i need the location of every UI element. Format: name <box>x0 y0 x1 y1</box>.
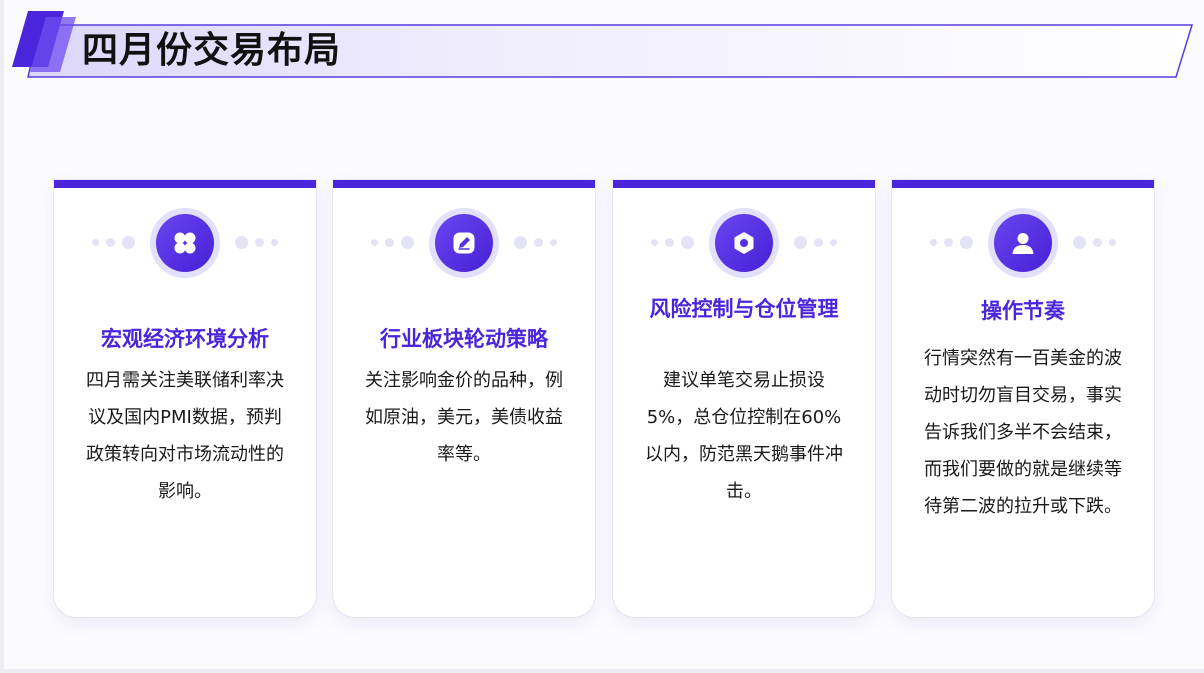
decor-dot <box>960 236 973 249</box>
icon-badge <box>429 208 499 278</box>
card-sector-rotation: 行业板块轮动策略 关注影响金价的品种，例如原油，美元，美债收益率等。 <box>333 180 595 617</box>
decor-dot <box>1073 236 1086 249</box>
decor-dot <box>651 239 658 246</box>
decor-dot <box>930 239 937 246</box>
decor-dot <box>944 238 953 247</box>
decor-dot <box>681 236 694 249</box>
decor-dot <box>830 239 837 246</box>
icon-badge <box>988 208 1058 278</box>
decor-dot <box>271 239 278 246</box>
page-title: 四月份交易布局 <box>82 30 342 71</box>
card-body: 关注影响金价的品种，例如原油，美元，美债收益率等。 <box>365 370 563 465</box>
decor-dot <box>122 236 135 249</box>
card-trading-rhythm: 操作节奏 行情突然有一百美金的波动时切勿盲目交易，事实告诉我们多半不会结束，而我… <box>892 180 1154 617</box>
card-top-bar <box>892 180 1154 188</box>
card-icon-row <box>613 208 875 278</box>
clover-icon <box>174 232 196 254</box>
decor-dot <box>814 238 823 247</box>
card-risk-control: 风险控制与仓位管理 建议单笔交易止损设5%，总仓位控制在60%以内，防范黑天鹅事… <box>613 180 875 617</box>
card-title: 操作节奏 <box>981 299 1065 323</box>
card-icon-row <box>333 208 595 278</box>
decor-dot <box>514 236 527 249</box>
decor-dot <box>92 239 99 246</box>
user-icon <box>1012 233 1034 254</box>
card-top-bar <box>333 180 595 188</box>
hex-nut-icon <box>734 232 754 254</box>
card-macro-analysis: 宏观经济环境分析 四月需关注美联储利率决议及国内PMI数据，预判政策转向对市场流… <box>54 180 316 617</box>
card-icon-row <box>54 208 316 278</box>
icon-badge <box>709 208 779 278</box>
decor-dot <box>1093 238 1102 247</box>
decor-dot <box>401 236 414 249</box>
decor-dot <box>534 238 543 247</box>
card-top-bar <box>613 180 875 188</box>
decor-dot <box>106 238 115 247</box>
decor-dot <box>255 238 264 247</box>
icon-badge <box>150 208 220 278</box>
decor-dot <box>665 238 674 247</box>
decor-dot <box>794 236 807 249</box>
card-body: 行情突然有一百美金的波动时切勿盲目交易，事实告诉我们多半不会结束，而我们要做的就… <box>924 348 1122 517</box>
card-body: 四月需关注美联储利率决议及国内PMI数据，预判政策转向对市场流动性的影响。 <box>86 370 284 502</box>
header-banner: 四月份交易布局 <box>0 0 1204 90</box>
decor-dot <box>235 236 248 249</box>
card-body: 建议单笔交易止损设5%，总仓位控制在60%以内，防范黑天鹅事件冲击。 <box>645 370 843 502</box>
card-title: 风险控制与仓位管理 <box>649 297 839 321</box>
card-title: 宏观经济环境分析 <box>101 327 269 351</box>
card-icon-row <box>892 208 1154 278</box>
decor-dot <box>550 239 557 246</box>
decor-dot <box>371 239 378 246</box>
decor-dot <box>1109 239 1116 246</box>
pen-icon <box>453 232 475 254</box>
card-top-bar <box>54 180 316 188</box>
decor-dot <box>385 238 394 247</box>
card-title: 行业板块轮动策略 <box>380 327 548 351</box>
